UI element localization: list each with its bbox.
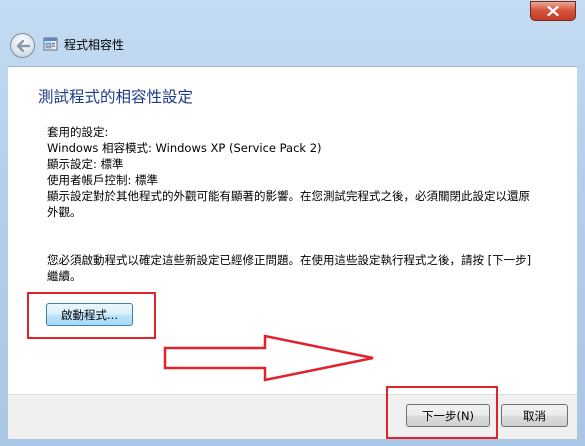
setting-uac: 使用者帳戶控制: 標準 xyxy=(47,173,159,187)
highlight-launch-box xyxy=(27,292,156,339)
pointer-arrow xyxy=(163,334,374,382)
close-button[interactable] xyxy=(530,1,576,21)
close-icon xyxy=(547,6,559,16)
window-title: 程式相容性 xyxy=(64,38,125,52)
instruction-line2: 繼續。 xyxy=(47,269,82,283)
back-arrow-icon xyxy=(16,39,30,52)
setting-compat-mode: Windows 相容模式: Windows XP (Service Pack 2… xyxy=(47,141,322,155)
instruction-line1: 您必須啟動程式以確定這些新設定已經修正問題。在使用這些設定執行程式之後，請按 [… xyxy=(47,253,532,267)
applied-settings-label: 套用的設定: xyxy=(47,125,109,139)
display-note-line2: 外觀。 xyxy=(47,205,82,219)
back-button[interactable] xyxy=(10,33,35,58)
compatibility-wizard-icon xyxy=(43,37,58,51)
display-note-line1: 顯示設定對於其他程式的外觀可能有顯著的影響。在您測試完程式之後，必須關閉此設定以… xyxy=(47,189,530,203)
cancel-button[interactable]: 取消 xyxy=(501,404,568,427)
page-heading: 測試程式的相容性設定 xyxy=(38,88,194,106)
setting-display: 顯示設定: 標準 xyxy=(47,157,124,171)
highlight-next-box xyxy=(386,386,498,439)
